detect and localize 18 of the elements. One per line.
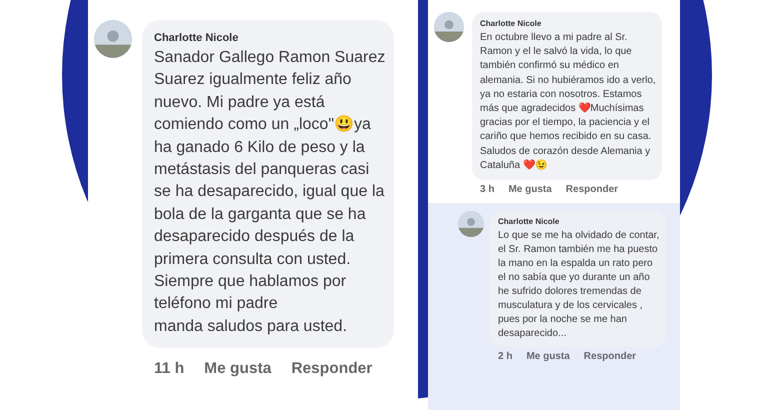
avatar — [434, 12, 464, 42]
timestamp: 11 h — [154, 360, 184, 378]
avatar — [94, 20, 132, 58]
like-link[interactable]: Me gusta — [508, 184, 552, 196]
comment-text: Sanador Gallego Ramon Suarez Suarez igualmente feliz año nuevo. Mi padre ya está comiendo como un „loco"😃ya ha ganado 6 Kilo de peso y la metástasis del panqueras casi se ha desaparecido, igual que la bola de la garganta que se ha desaparecido después de la primera consulta con usted. Siempre que hablamos por teléfono mi padre manda saludos para usted. — [154, 48, 386, 337]
timestamp: 3 h — [480, 184, 494, 196]
reply-link[interactable]: Responder — [566, 184, 618, 196]
like-link[interactable]: Me gusta — [204, 360, 272, 378]
author-name: Charlotte Nicole — [498, 217, 560, 226]
like-link[interactable]: Me gusta — [526, 351, 570, 362]
avatar — [458, 211, 484, 238]
author-name: Charlotte Nicole — [480, 19, 542, 28]
author-name: Charlotte Nicole — [154, 32, 240, 44]
comment-text: En octubre llevo a mi padre al Sr. Ramon y el le salvó la vida, lo que también confirmó su médico en alemania. Si no hubiéramos ido a verlo, ya no estaria con nosotros. Estamos más que agradecidos ❤Muchísimas gracias por el tiempo, la paciencia y el cariño que hemos recibido en su casa. Saludos de corazón desde Alemania y Cataluña ❤😉 — [480, 31, 656, 173]
timestamp: 2 h — [498, 351, 512, 362]
comment-text: Lo que se me ha olvidado de contar, el Sr. Ramon también me ha puesto la mano en la espalda un rato pero el no sabía que yo durante un año he sufrido dolores tremendas de musculatura y de los cervicales , pues por la noche se me han desaparecido... — [498, 229, 660, 342]
reply-link[interactable]: Responder — [584, 351, 636, 362]
reply-link[interactable]: Responder — [291, 360, 372, 378]
